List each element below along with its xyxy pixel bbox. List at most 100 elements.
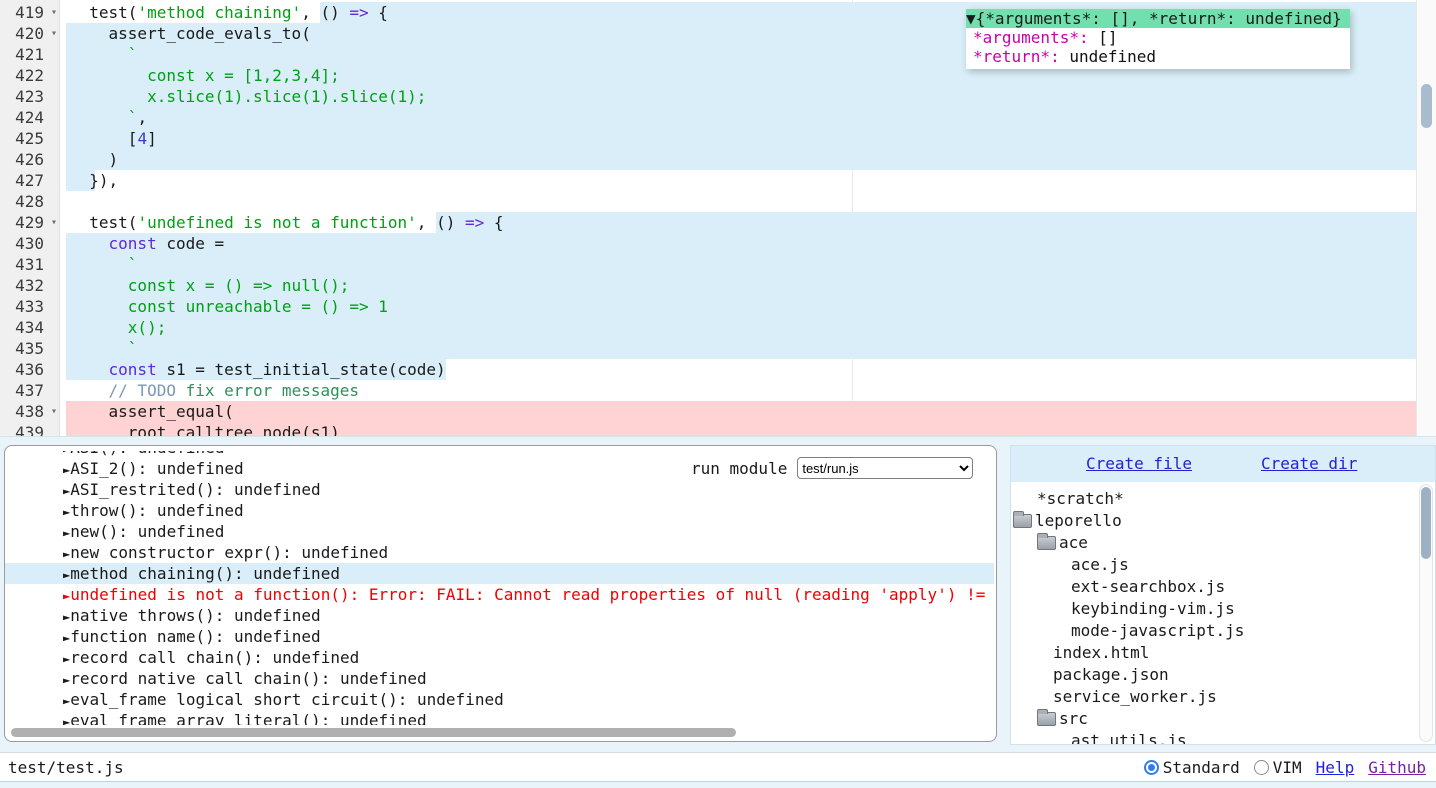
code-text[interactable]: ` [70,338,137,359]
code-text[interactable]: test('method chaining', () => { [70,2,388,23]
tree-file-ext-searchbox-js[interactable]: ext-searchbox.js [1011,576,1417,598]
code-text[interactable]: assert_code_evals_to( [70,23,311,44]
code-text[interactable]: [4] [70,128,157,149]
code-text[interactable]: const x = () => null(); [70,275,349,296]
fold-toggle-icon[interactable]: ▾ [51,401,57,422]
code-line-428[interactable]: 428 [0,191,1436,212]
editor-vertical-scrollbar[interactable] [1416,0,1436,437]
code-text[interactable]: `, [70,107,147,128]
tooltip-property-row[interactable]: *arguments*: [] [966,28,1350,47]
gutter-cell: 423 [0,86,60,107]
code-line-423[interactable]: 423 x.slice(1).slice(1).slice(1); [0,86,1436,107]
tree-file-keybinding-vim-js[interactable]: keybinding-vim.js [1011,598,1417,620]
tree-folder-ace[interactable]: ace [1011,532,1417,554]
chevron-down-icon[interactable]: ▼ [966,9,976,28]
tree-file-ast-utils-js[interactable]: ast_utils.js [1011,730,1417,744]
keybinding-standard-option[interactable]: Standard [1144,758,1240,777]
fold-toggle-icon[interactable]: ▾ [51,212,57,233]
code-line-424[interactable]: 424 `, [0,107,1436,128]
code-text[interactable]: assert_equal( [70,401,234,422]
folder-icon [1037,536,1056,550]
code-line-430[interactable]: 430 const code = [0,233,1436,254]
code-line-438[interactable]: 438▾ assert_equal( [0,401,1436,422]
test-result-text: method chaining(): undefined [70,564,340,583]
tree-file--scratch-[interactable]: *scratch* [1011,488,1417,510]
test-result-row[interactable]: ►function name(): undefined [5,626,994,647]
help-link[interactable]: Help [1316,758,1355,777]
run-module-select[interactable]: test/run.js [797,457,973,479]
test-result-row[interactable]: ►ASI_restrited(): undefined [5,479,994,500]
test-result-row[interactable]: ►new(): undefined [5,521,994,542]
tree-folder-src[interactable]: src [1011,708,1417,730]
results-scrollbar-thumb[interactable] [11,728,736,737]
test-result-row[interactable]: ►eval_frame logical short circuit(): und… [5,689,994,710]
file-tree-scrollbar[interactable] [1419,484,1433,742]
tooltip-header[interactable]: ▼{*arguments*: [], *return*: undefined} [966,9,1350,28]
create-dir-link[interactable]: Create dir [1261,454,1357,473]
code-text[interactable]: ` [70,254,137,275]
tree-folder-leporello[interactable]: leporello [1011,510,1417,532]
code-text[interactable]: test('undefined is not a function', () =… [70,212,504,233]
gutter-cell: 432 [0,275,60,296]
code-text[interactable]: const unreachable = () => 1 [70,296,388,317]
test-result-row[interactable]: ►undefined is not a function(): Error: F… [5,584,994,605]
code-text[interactable]: root_calltree_node(s1) [70,422,340,437]
tooltip-property-row[interactable]: *return*: undefined [966,47,1350,66]
line-number: 439 [15,422,44,437]
test-result-row[interactable]: ►throw(): undefined [5,500,994,521]
test-result-row[interactable]: ►record call chain(): undefined [5,647,994,668]
code-text[interactable]: }), [70,170,118,191]
code-text[interactable]: const s1 = test_initial_state(code) [70,359,446,380]
tree-file-service-worker-js[interactable]: service_worker.js [1011,686,1417,708]
code-line-436[interactable]: 436 const s1 = test_initial_state(code) [0,359,1436,380]
code-text[interactable]: // TODO fix error messages [70,380,359,401]
code-line-433[interactable]: 433 const unreachable = () => 1 [0,296,1436,317]
file-tree[interactable]: *scratch*leporelloaceace.jsext-searchbox… [1011,482,1417,744]
code-line-426[interactable]: 426 ) [0,149,1436,170]
test-results-panel: ►ASI(): undefined►ASI_2(): undefined►ASI… [4,445,997,742]
code-line-431[interactable]: 431 ` [0,254,1436,275]
test-result-row[interactable]: ►record native call chain(): undefined [5,668,994,689]
code-text[interactable]: const x = [1,2,3,4]; [70,65,340,86]
code-line-425[interactable]: 425 [4] [0,128,1436,149]
test-results-scroll-area[interactable]: ►ASI(): undefined►ASI_2(): undefined►ASI… [5,451,994,725]
fold-toggle-icon[interactable]: ▾ [51,23,57,44]
create-file-link[interactable]: Create file [1086,454,1192,473]
editor-scrollbar-thumb[interactable] [1421,84,1432,128]
run-module-label: run module [691,459,787,478]
code-line-435[interactable]: 435 ` [0,338,1436,359]
radio-standard-icon[interactable] [1144,760,1159,775]
code-text[interactable]: ` [70,44,137,65]
fold-toggle-icon[interactable]: ▾ [51,2,57,23]
code-line-429[interactable]: 429▾ test('undefined is not a function',… [0,212,1436,233]
code-token [70,234,109,253]
tree-file-ace-js[interactable]: ace.js [1011,554,1417,576]
tree-file-index-html[interactable]: index.html [1011,642,1417,664]
code-text[interactable]: ) [70,149,118,170]
test-result-row[interactable]: ►eval_frame array_literal(): undefined [5,710,994,725]
keybinding-vim-option[interactable]: VIM [1254,758,1302,777]
code-text[interactable]: const code = [70,233,224,254]
tree-file-mode-javascript-js[interactable]: mode-javascript.js [1011,620,1417,642]
code-text[interactable]: x(); [70,317,166,338]
file-tree-scrollbar-thumb[interactable] [1421,487,1431,559]
test-result-row[interactable]: ►new constructor expr(): undefined [5,542,994,563]
test-result-row[interactable]: ►native throws(): undefined [5,605,994,626]
code-line-439[interactable]: 439 root_calltree_node(s1) [0,422,1436,437]
results-horizontal-scrollbar[interactable] [9,727,992,738]
gutter-cell: 426 [0,149,60,170]
github-link[interactable]: Github [1368,758,1426,777]
radio-vim-icon[interactable] [1254,760,1269,775]
test-result-row[interactable]: ►method chaining(): undefined [5,563,994,584]
code-line-437[interactable]: 437 // TODO fix error messages [0,380,1436,401]
tree-item-label: leporello [1035,510,1122,532]
code-line-434[interactable]: 434 x(); [0,317,1436,338]
executed-code-highlight [66,233,1416,254]
code-line-432[interactable]: 432 const x = () => null(); [0,275,1436,296]
gutter-cell: 439 [0,422,60,437]
tree-file-package-json[interactable]: package.json [1011,664,1417,686]
code-line-427[interactable]: 427 }), [0,170,1436,191]
code-text[interactable]: x.slice(1).slice(1).slice(1); [70,86,426,107]
gutter-cell: 427 [0,170,60,191]
executed-code-highlight [66,107,1416,128]
